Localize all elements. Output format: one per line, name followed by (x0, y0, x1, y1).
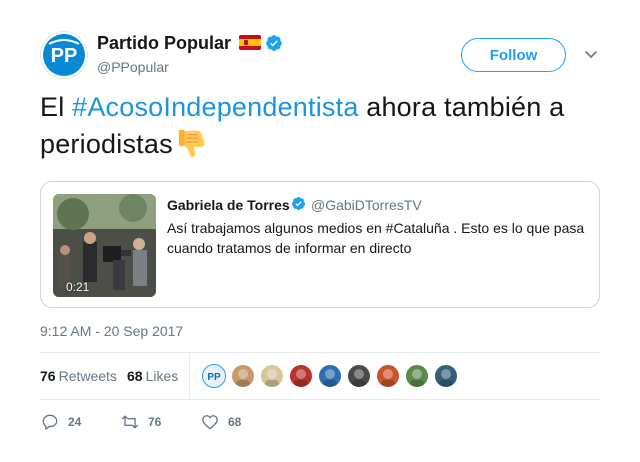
reply-icon (42, 414, 58, 430)
likes-stat[interactable]: 68 Likes (127, 368, 178, 384)
liker-avatar[interactable]: PP (202, 364, 226, 388)
quoted-handle[interactable]: @GabiDTorresTV (311, 197, 422, 213)
video-duration: 0:21 (66, 280, 90, 294)
liker-avatar[interactable] (376, 364, 400, 388)
liker-avatar[interactable] (289, 364, 313, 388)
tweet-text: El #AcosoIndependentista ahora también a… (40, 89, 610, 163)
retweets-stat[interactable]: 76 Retweets (40, 368, 117, 384)
video-thumbnail[interactable]: 0:21 (53, 194, 156, 297)
retweet-count: 76 (148, 415, 162, 429)
follow-button[interactable]: Follow (461, 38, 566, 72)
liker-avatars: PP (202, 364, 463, 389)
embedded-tweet: PP Partido Popular @PPopular Follow El #… (0, 0, 640, 462)
quoted-display-name[interactable]: Gabriela de Torres (167, 197, 290, 213)
reply-count: 24 (68, 415, 82, 429)
svg-text:PP: PP (51, 45, 78, 67)
liker-avatar[interactable] (405, 364, 429, 388)
pp-logo: PP (43, 34, 85, 76)
retweets-label: Retweets (58, 368, 117, 384)
like-count: 68 (228, 415, 242, 429)
thumbs-down-icon (178, 129, 205, 158)
divider (40, 352, 600, 353)
liker-avatar[interactable] (318, 364, 342, 388)
author-display-name[interactable]: Partido Popular (97, 33, 231, 54)
svg-text:PP: PP (207, 372, 221, 383)
chevron-down-icon[interactable] (583, 46, 599, 62)
quoted-tweet[interactable]: 0:21 Gabriela de Torres @GabiDTorresTV A… (40, 181, 600, 308)
liker-avatar[interactable] (231, 364, 255, 388)
divider (40, 399, 600, 400)
divider (189, 353, 190, 399)
reply-action[interactable]: 24 (40, 412, 81, 432)
retweet-icon (121, 415, 139, 429)
likes-count: 68 (127, 368, 143, 384)
tweet-timestamp[interactable]: 9:12 AM - 20 Sep 2017 (40, 323, 183, 339)
spain-flag-icon (239, 35, 261, 50)
liker-avatar[interactable] (434, 364, 458, 388)
heart-icon (202, 415, 218, 430)
tweet-text-before: El (40, 92, 73, 122)
author-handle[interactable]: @PPopular (97, 59, 169, 75)
retweet-action[interactable]: 76 (120, 412, 161, 432)
hashtag-link[interactable]: #AcosoIndependentista (72, 92, 358, 122)
like-action[interactable]: 68 (200, 412, 241, 432)
liker-avatar[interactable] (260, 364, 284, 388)
liker-avatar[interactable] (347, 364, 371, 388)
author-avatar[interactable]: PP (40, 31, 88, 79)
quoted-text: Así trabajamos algunos medios en #Catalu… (167, 220, 585, 256)
retweets-count: 76 (40, 368, 56, 384)
verified-badge-icon (291, 196, 306, 211)
verified-badge-icon (266, 35, 282, 51)
likes-label: Likes (145, 368, 179, 384)
